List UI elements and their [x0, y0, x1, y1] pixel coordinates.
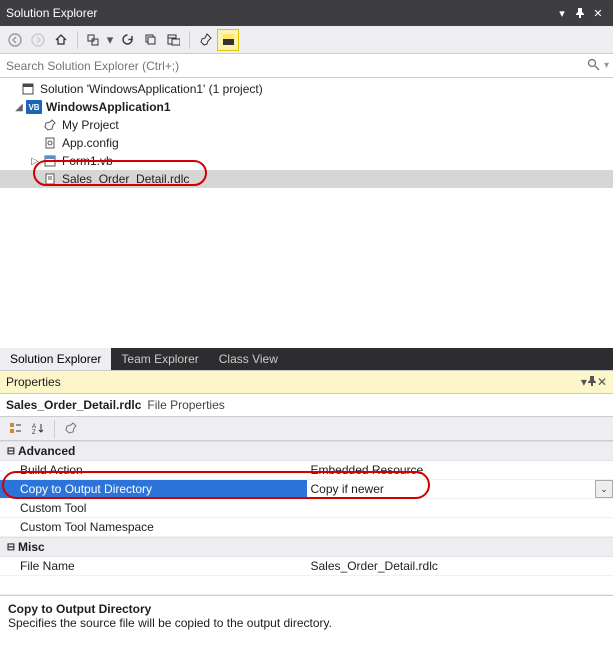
description-text: Specifies the source file will be copied… — [8, 616, 605, 630]
collapse-icon[interactable]: ⊟ — [4, 446, 18, 457]
prop-label: Copy to Output Directory — [0, 480, 307, 498]
prop-value[interactable]: Sales_Order_Detail.rdlc — [307, 557, 613, 575]
close-icon[interactable]: ✕ — [589, 4, 607, 22]
prop-value[interactable]: Embedded Resource — [307, 461, 613, 479]
close-icon[interactable]: ✕ — [597, 375, 607, 389]
dropdown-icon[interactable]: ▾ — [553, 4, 571, 22]
form-icon — [42, 153, 58, 169]
solution-icon — [20, 81, 36, 97]
solution-tree: Solution 'WindowsApplication1' (1 projec… — [0, 78, 613, 348]
home-icon[interactable] — [50, 29, 72, 51]
prop-build-action[interactable]: Build Action Embedded Resource — [0, 461, 613, 480]
properties-object-row[interactable]: Sales_Order_Detail.rdlc File Properties — [0, 394, 613, 417]
object-name: Sales_Order_Detail.rdlc — [6, 398, 141, 412]
description-title: Copy to Output Directory — [8, 602, 605, 616]
separator — [54, 420, 55, 438]
tab-solution-explorer[interactable]: Solution Explorer — [0, 348, 111, 370]
prop-label: Custom Tool Namespace — [0, 518, 307, 536]
form1-node[interactable]: ▷ Form1.vb — [0, 152, 613, 170]
solution-explorer-header: Solution Explorer ▾ ✕ — [0, 0, 613, 26]
pin-icon[interactable] — [571, 4, 589, 22]
property-grid: ⊟ Advanced Build Action Embedded Resourc… — [0, 441, 613, 595]
prop-value[interactable] — [307, 499, 613, 517]
dropdown-small-icon[interactable]: ▾ — [105, 29, 115, 51]
properties-toolbar: AZ — [0, 417, 613, 441]
vb-project-icon: VB — [26, 100, 42, 114]
separator — [77, 31, 78, 49]
categorized-icon[interactable] — [4, 418, 26, 440]
tab-class-view[interactable]: Class View — [209, 348, 288, 370]
separator — [189, 31, 190, 49]
property-description: Copy to Output Directory Specifies the s… — [0, 595, 613, 665]
myproject-label: My Project — [62, 118, 119, 132]
panel-tabs: Solution Explorer Team Explorer Class Vi… — [0, 348, 613, 370]
collapse-icon[interactable]: ⊟ — [4, 542, 18, 553]
collapse-icon[interactable]: ◢ — [12, 102, 26, 113]
config-icon — [42, 135, 58, 151]
object-type: File Properties — [147, 398, 224, 412]
properties-title: Properties — [6, 375, 581, 389]
prop-custom-tool[interactable]: Custom Tool — [0, 499, 613, 518]
prop-custom-tool-ns[interactable]: Custom Tool Namespace — [0, 518, 613, 537]
category-misc-label: Misc — [18, 540, 45, 554]
prop-copy-to-output[interactable]: Copy to Output Directory Copy if newer ⌄ — [0, 480, 613, 499]
search-icon[interactable] — [587, 58, 600, 74]
prop-file-name[interactable]: File Name Sales_Order_Detail.rdlc — [0, 557, 613, 576]
solution-node[interactable]: Solution 'WindowsApplication1' (1 projec… — [0, 80, 613, 98]
prop-value-text: Copy if newer — [311, 482, 384, 496]
project-label: WindowsApplication1 — [46, 100, 171, 114]
search-row: ▾ — [0, 54, 613, 78]
category-misc[interactable]: ⊟ Misc — [0, 537, 613, 557]
forward-icon[interactable] — [27, 29, 49, 51]
category-advanced-label: Advanced — [18, 444, 75, 458]
collapse-all-icon[interactable] — [139, 29, 161, 51]
chevron-down-icon[interactable]: ⌄ — [595, 480, 613, 498]
prop-value[interactable]: Copy if newer ⌄ — [307, 480, 613, 498]
refresh-icon[interactable] — [116, 29, 138, 51]
back-icon[interactable] — [4, 29, 26, 51]
appconfig-node[interactable]: App.config — [0, 134, 613, 152]
report-node[interactable]: Sales_Order_Detail.rdlc — [0, 170, 613, 188]
appconfig-label: App.config — [62, 136, 119, 150]
prop-label: File Name — [0, 557, 307, 575]
prop-value[interactable] — [307, 518, 613, 536]
properties-icon[interactable] — [194, 29, 216, 51]
pin-icon[interactable] — [587, 375, 597, 389]
preview-icon[interactable] — [217, 29, 239, 51]
wrench-icon[interactable] — [59, 418, 81, 440]
expand-icon[interactable]: ▷ — [28, 156, 42, 167]
report-label: Sales_Order_Detail.rdlc — [62, 172, 189, 186]
wrench-icon — [42, 117, 58, 133]
solution-explorer-title: Solution Explorer — [6, 6, 553, 20]
tab-team-explorer[interactable]: Team Explorer — [111, 348, 208, 370]
show-all-icon[interactable] — [162, 29, 184, 51]
alphabetical-icon[interactable]: AZ — [27, 418, 49, 440]
myproject-node[interactable]: My Project — [0, 116, 613, 134]
search-dropdown-icon[interactable]: ▾ — [600, 60, 609, 71]
properties-header: Properties ▾ ✕ — [0, 370, 613, 394]
svg-text:Z: Z — [32, 430, 36, 435]
solution-explorer-toolbar: ▾ — [0, 26, 613, 54]
search-input[interactable] — [4, 58, 587, 74]
prop-empty-row — [0, 576, 613, 595]
scope-icon[interactable] — [82, 29, 104, 51]
form1-label: Form1.vb — [62, 154, 113, 168]
prop-label: Build Action — [0, 461, 307, 479]
report-icon — [42, 171, 58, 187]
solution-label: Solution 'WindowsApplication1' (1 projec… — [40, 82, 263, 96]
project-node[interactable]: ◢ VB WindowsApplication1 — [0, 98, 613, 116]
category-advanced[interactable]: ⊟ Advanced — [0, 441, 613, 461]
prop-label: Custom Tool — [0, 499, 307, 517]
